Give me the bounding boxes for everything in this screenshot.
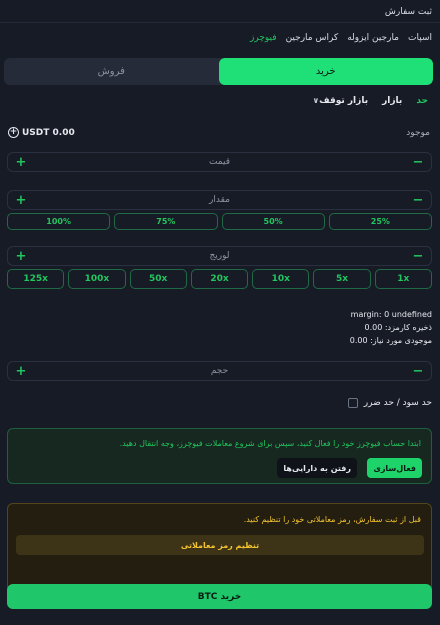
volume-input[interactable]: + حجم − — [7, 361, 432, 381]
tab-isolated-margin[interactable]: مارجین ایزوله — [347, 33, 399, 43]
price-input[interactable]: + قیمت − — [7, 152, 432, 172]
tp-sl-checkbox[interactable] — [347, 398, 358, 408]
amount-increment-icon[interactable]: + — [15, 194, 27, 207]
trading-mode-tabs: اسپات مارجین ایزوله کراس مارجین فیوچرز — [250, 33, 432, 43]
leverage-chip-5x[interactable]: 5x — [313, 269, 371, 289]
tab-futures[interactable]: فیوچرز — [250, 33, 277, 43]
margin-info: margin: 0 undefined — [350, 310, 432, 319]
required-balance-value: 0.00 — [349, 336, 368, 345]
buy-sell-toggle: فروش خرید — [4, 58, 433, 85]
fee-reserve-value: 0.00 — [364, 323, 383, 332]
tab-cross-margin[interactable]: کراس مارجین — [286, 33, 339, 43]
balance-value: USDT 0.00 — [22, 127, 75, 138]
leverage-chip-20x[interactable]: 20x — [190, 269, 249, 289]
balance-label: موجود — [406, 127, 430, 138]
leverage-chips: 125x 100x 50x 20x 10x 5x 1x — [7, 269, 432, 289]
order-info: margin: 0 undefined ذخیره کارمزد: 0.00 م… — [350, 308, 432, 347]
amount-input[interactable]: + مقدار − — [7, 190, 432, 210]
required-balance-label: موجودی مورد نیاز: — [370, 336, 432, 345]
required-balance-row: موجودی مورد نیاز: 0.00 — [350, 334, 432, 347]
buy-tab[interactable]: خرید — [218, 58, 433, 85]
leverage-placeholder: لوریج — [209, 251, 230, 261]
leverage-chip-100x[interactable]: 100x — [68, 269, 126, 289]
percent-chip-100[interactable]: 100% — [7, 213, 111, 230]
percent-chip-75[interactable]: 75% — [114, 213, 218, 230]
volume-increment-icon[interactable]: + — [15, 365, 27, 378]
fee-reserve-row: ذخیره کارمزد: 0.00 — [350, 321, 433, 334]
balance-row: + USDT 0.00 موجود — [8, 127, 430, 138]
price-increment-icon[interactable]: + — [15, 156, 27, 169]
tab-spot[interactable]: اسپات — [408, 33, 432, 43]
sell-tab[interactable]: فروش — [4, 58, 219, 85]
volume-placeholder: حجم — [210, 366, 229, 376]
futures-alert-message: ابتدا حساب فیوچرز خود را فعال کنید، سپس … — [119, 439, 421, 448]
set-trading-password-button[interactable]: تنظیم رمز معاملاتی — [16, 535, 424, 555]
leverage-chip-1x[interactable]: 1x — [374, 269, 432, 289]
go-to-assets-button[interactable]: رفتن به دارایی‌ها — [277, 458, 357, 478]
password-alert-message: قبل از ثبت سفارش، رمز معاملاتی خود را تن… — [243, 515, 421, 524]
divider — [0, 22, 440, 23]
buy-btc-button[interactable]: خرید BTC — [7, 584, 432, 609]
futures-activation-alert: ابتدا حساب فیوچرز خود را فعال کنید، سپس … — [7, 428, 432, 484]
amount-decrement-icon[interactable]: − — [412, 194, 424, 207]
tp-sl-toggle[interactable]: حد سود / حد ضرر — [347, 398, 432, 408]
volume-decrement-icon[interactable]: − — [412, 365, 424, 378]
amount-percent-chips: 100% 75% 50% 25% — [7, 213, 432, 230]
order-type-market[interactable]: بازار — [382, 96, 402, 106]
order-type-stop-market-dropdown[interactable]: بازار توقف∨ — [309, 96, 368, 106]
order-type-stop-market: بازار توقف — [319, 96, 369, 106]
leverage-chip-10x[interactable]: 10x — [252, 269, 310, 289]
percent-chip-50[interactable]: 50% — [221, 213, 325, 230]
percent-chip-25[interactable]: 25% — [328, 213, 432, 230]
price-placeholder: قیمت — [208, 157, 231, 167]
add-funds-icon[interactable]: + — [8, 127, 19, 138]
fee-reserve-label: ذخیره کارمزد: — [384, 323, 432, 332]
leverage-decrement-icon[interactable]: − — [412, 250, 424, 263]
trading-password-alert: قبل از ثبت سفارش، رمز معاملاتی خود را تن… — [7, 503, 432, 592]
leverage-chip-50x[interactable]: 50x — [129, 269, 187, 289]
page-title: ثبت سفارش — [384, 7, 432, 17]
leverage-increment-icon[interactable]: + — [15, 250, 27, 263]
order-type-limit[interactable]: حد — [416, 96, 428, 106]
order-type-tabs: حد بازار بازار توقف∨ — [309, 96, 428, 106]
leverage-chip-125x[interactable]: 125x — [7, 269, 65, 289]
amount-placeholder: مقدار — [209, 195, 230, 205]
activate-futures-button[interactable]: فعال‌سازی — [367, 458, 422, 478]
tp-sl-label: حد سود / حد ضرر — [363, 398, 432, 408]
price-decrement-icon[interactable]: − — [412, 156, 424, 169]
leverage-input[interactable]: + لوریج − — [7, 246, 432, 266]
